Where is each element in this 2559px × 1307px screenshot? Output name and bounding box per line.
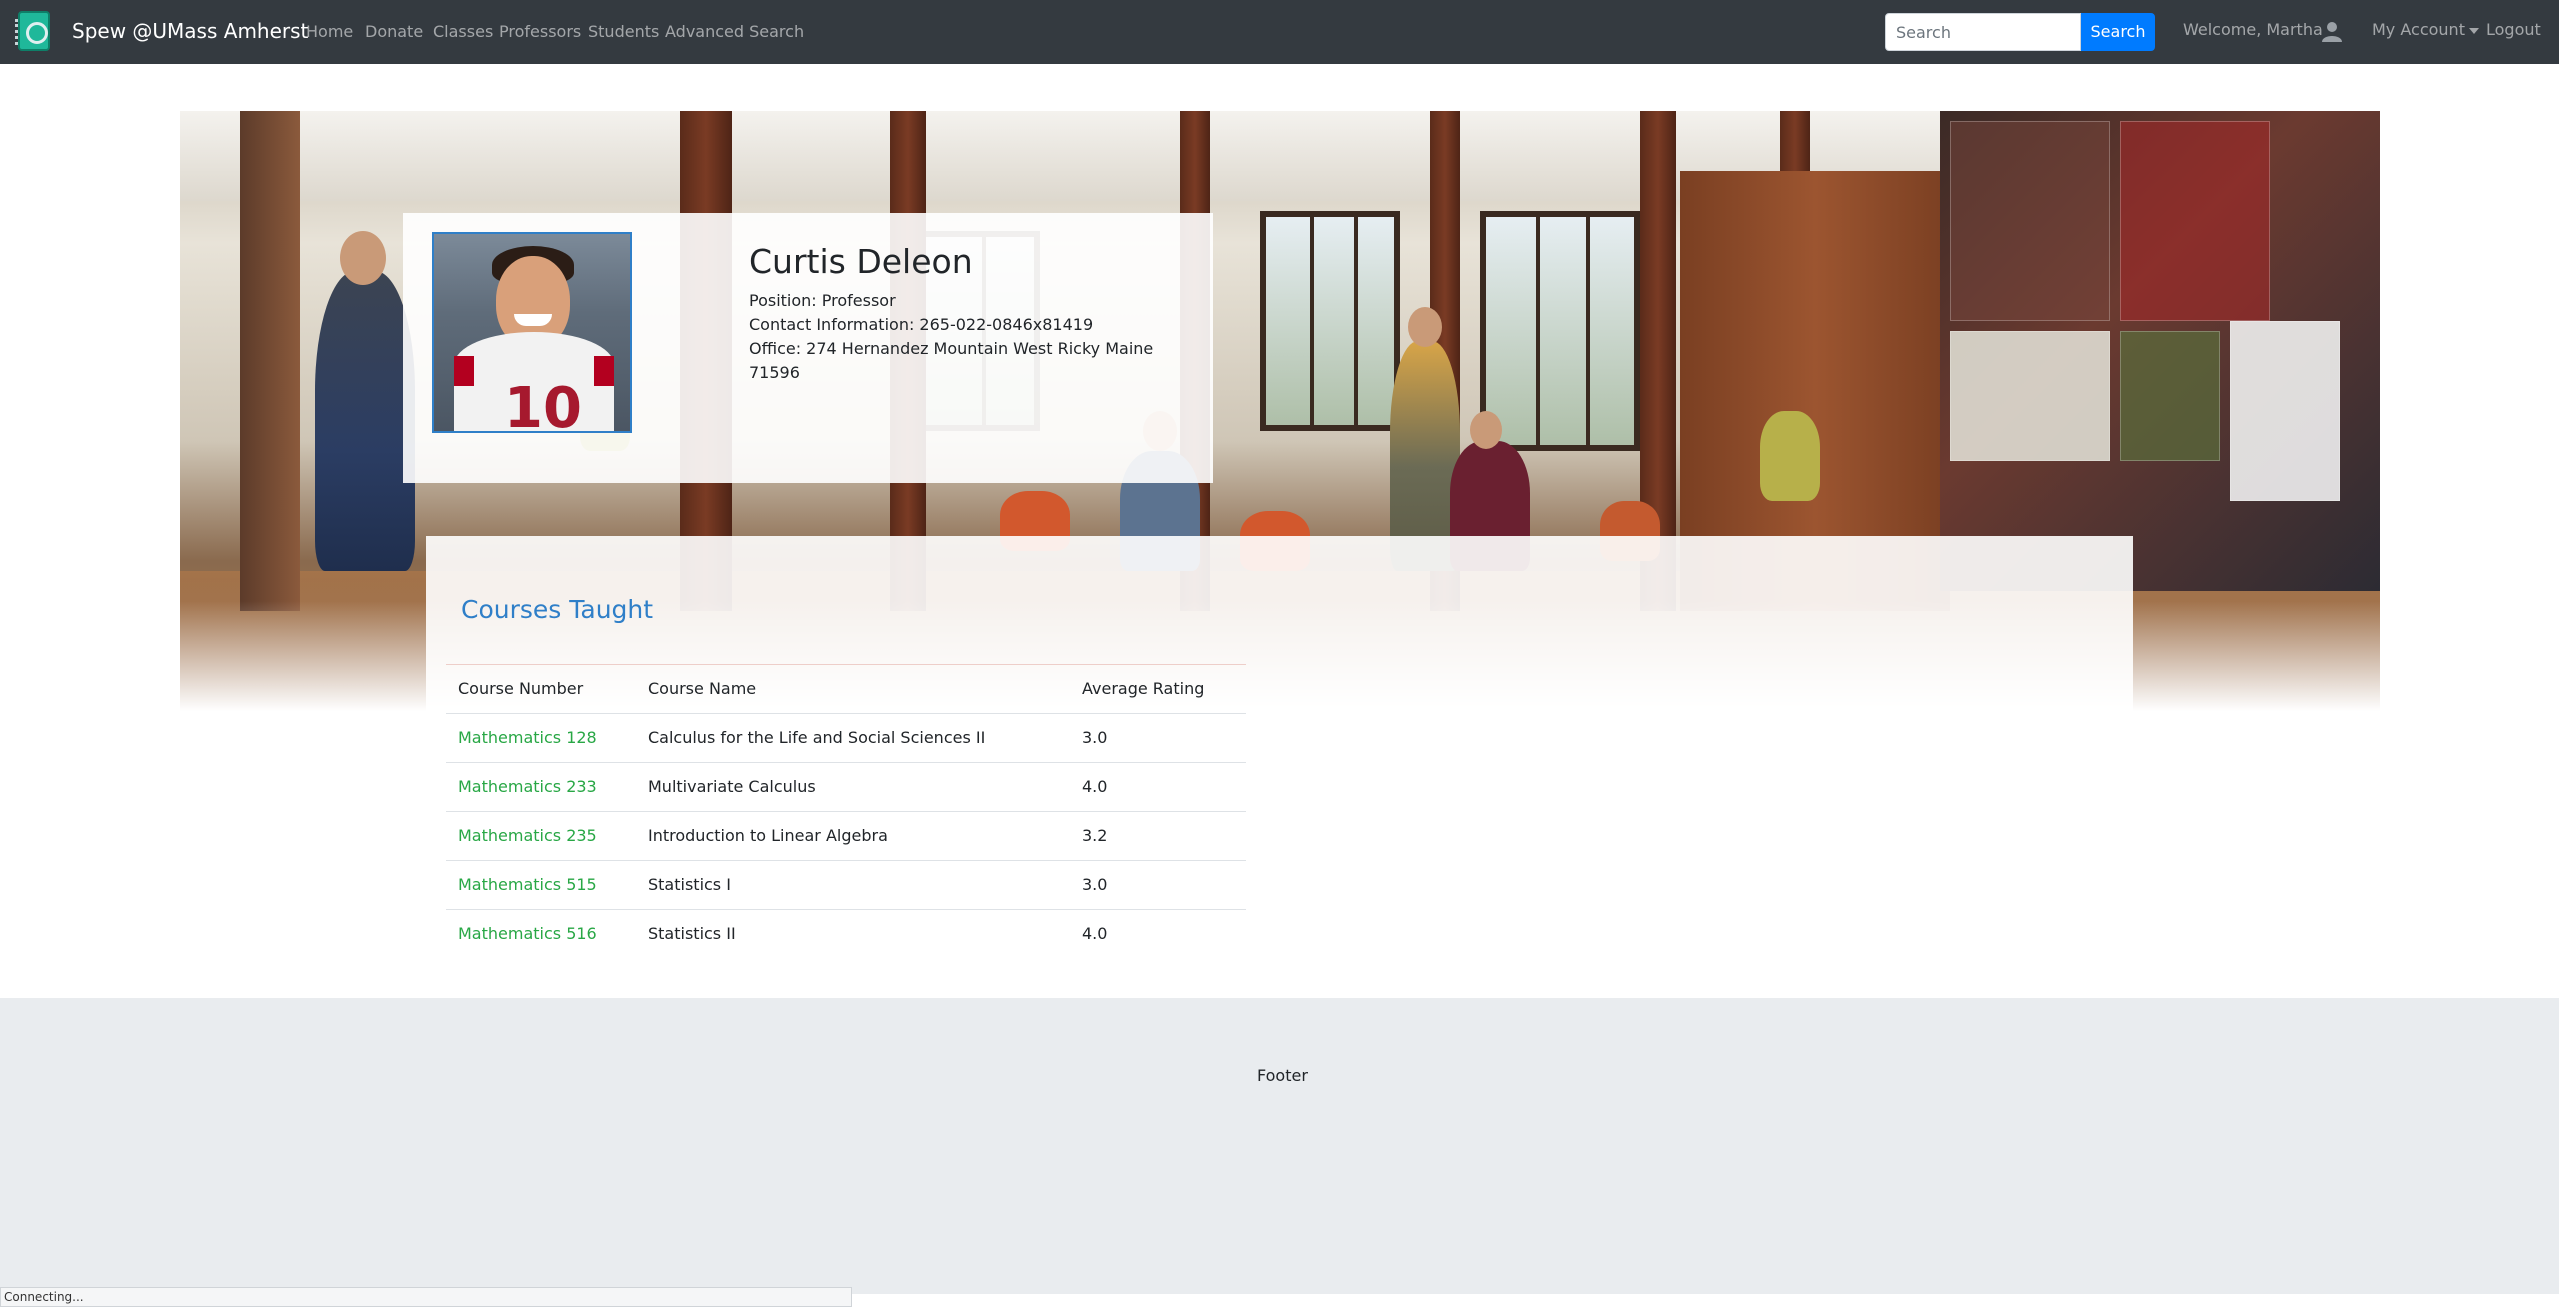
course-number-link[interactable]: Mathematics 128: [446, 713, 636, 763]
course-number-link[interactable]: Mathematics 516: [446, 909, 636, 958]
course-rating: 4.0: [1070, 762, 1246, 812]
professor-name: Curtis Deleon: [749, 242, 973, 281]
display-panel: [2120, 331, 2220, 461]
course-number-link[interactable]: Mathematics 235: [446, 811, 636, 861]
nav-advanced-search[interactable]: Advanced Search: [665, 22, 804, 41]
logout-link[interactable]: Logout: [2486, 20, 2541, 39]
welcome-text: Welcome, Martha: [2183, 20, 2323, 39]
nav-home[interactable]: Home: [306, 22, 353, 41]
nav-classes[interactable]: Classes: [433, 22, 493, 41]
column-header-course-number: Course Number: [446, 665, 636, 714]
hero-person-head: [1408, 307, 1442, 347]
hero-door: [240, 111, 300, 611]
table-header-row: Course Number Course Name Average Rating: [446, 665, 1246, 714]
course-rating: 3.0: [1070, 860, 1246, 910]
browser-status-bar: Connecting...: [0, 1287, 852, 1307]
nav-professors[interactable]: Professors: [499, 22, 581, 41]
notebook-logo-icon[interactable]: [15, 11, 50, 51]
professor-office-zip: 71596: [749, 363, 800, 382]
search-input[interactable]: [1885, 13, 2081, 51]
column-header-course-name: Course Name: [636, 665, 1070, 714]
profile-photo: 10: [432, 232, 632, 433]
nav-students[interactable]: Students: [588, 22, 659, 41]
professor-contact: Contact Information: 265-022-0846x81419: [749, 315, 1094, 334]
brand-link[interactable]: Spew @UMass Amherst: [72, 19, 308, 43]
course-name: Introduction to Linear Algebra: [636, 811, 1070, 861]
table-row: Mathematics 235 Introduction to Linear A…: [446, 811, 1246, 861]
professor-position: Position: Professor: [749, 291, 896, 310]
course-number-link[interactable]: Mathematics 233: [446, 762, 636, 812]
bottom-strip: [852, 1294, 2559, 1307]
hero-person-head: [340, 231, 386, 285]
course-name: Statistics I: [636, 860, 1070, 910]
display-panel: [2120, 121, 2270, 321]
course-rating: 3.0: [1070, 713, 1246, 763]
hero-person: [315, 271, 415, 571]
footer-text: Footer: [1257, 1066, 1308, 1085]
search-button[interactable]: Search: [2081, 13, 2155, 51]
table-row: Mathematics 515 Statistics I 3.0: [446, 860, 1246, 910]
nav-donate[interactable]: Donate: [365, 22, 423, 41]
course-rating: 4.0: [1082, 924, 1108, 944]
display-panel: [1950, 331, 2110, 461]
professor-office: Office: 274 Hernandez Mountain West Rick…: [749, 339, 1154, 358]
my-account-label: My Account: [2372, 20, 2465, 39]
course-name: Multivariate Calculus: [636, 762, 1070, 812]
hero-window: [1480, 211, 1640, 451]
hero-person-head: [1470, 411, 1502, 449]
course-rating: 3.2: [1070, 811, 1246, 861]
course-name: Calculus for the Life and Social Science…: [636, 713, 1070, 763]
table-row: Mathematics 128 Calculus for the Life an…: [446, 713, 1246, 763]
hero-window: [1260, 211, 1400, 431]
display-panel: [1950, 121, 2110, 321]
my-account-dropdown[interactable]: My Account: [2372, 20, 2479, 39]
display-panel: [2230, 321, 2340, 501]
chevron-down-icon: [2468, 27, 2479, 34]
page-footer: [0, 998, 2559, 1294]
table-row: Mathematics 516 Statistics II 4.0: [446, 909, 1246, 958]
top-navbar: Spew @UMass Amherst Home Donate Classes …: [0, 0, 2559, 64]
user-avatar-icon: [2322, 22, 2342, 42]
table-row: Mathematics 233 Multivariate Calculus 4.…: [446, 762, 1246, 812]
column-header-average-rating: Average Rating: [1070, 665, 1246, 714]
courses-table: Course Number Course Name Average Rating…: [446, 665, 1246, 958]
hero-display-wall: [1940, 111, 2380, 591]
courses-taught-heading: Courses Taught: [461, 595, 654, 624]
hero-chair: [1760, 411, 1820, 501]
course-name: Statistics II: [648, 924, 736, 944]
course-number-link[interactable]: Mathematics 515: [446, 860, 636, 910]
